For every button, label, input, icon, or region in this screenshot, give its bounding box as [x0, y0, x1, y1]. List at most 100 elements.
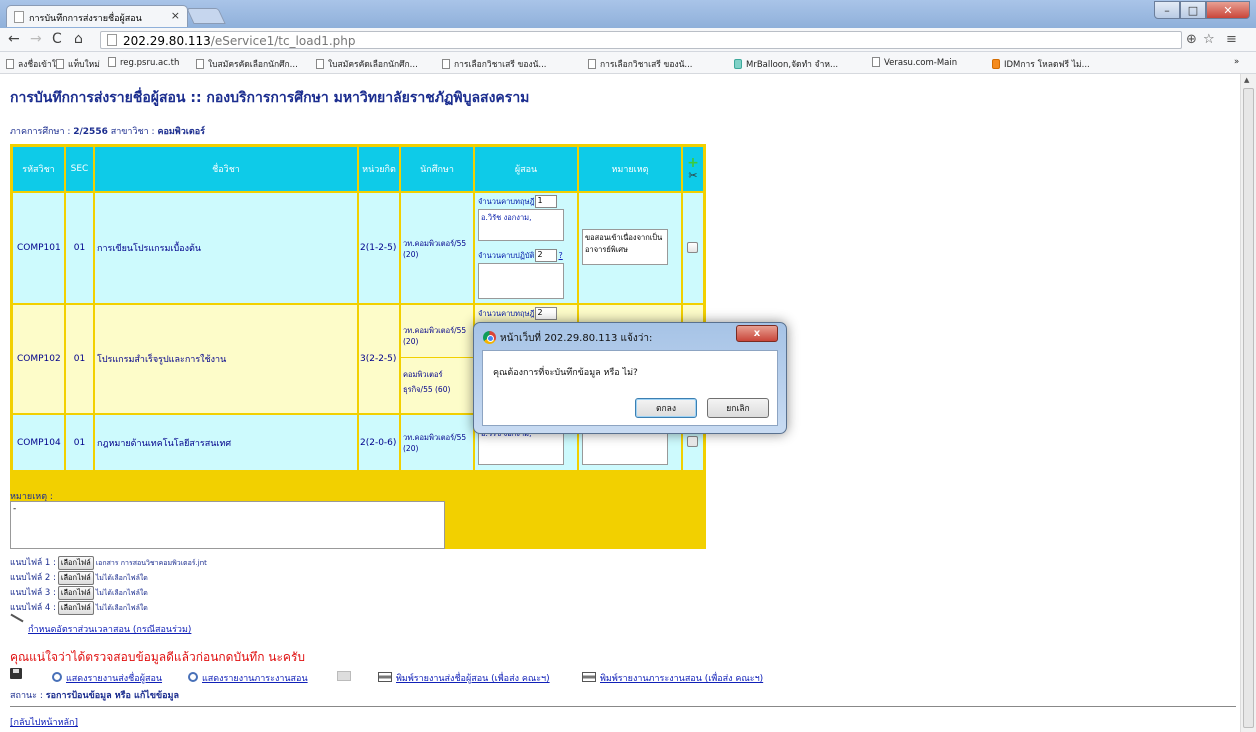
teacher-practice-textarea[interactable]: [478, 263, 564, 299]
back-to-main-link[interactable]: [กลับไปหน้าหลัก]: [10, 715, 78, 729]
page-icon: [6, 59, 14, 69]
print-teacher-report-link[interactable]: พิมพ์รายงานส่งชื่อผู้สอน (เพื่อส่ง คณะฯ): [396, 674, 550, 684]
row2-code: COMP102: [12, 304, 65, 414]
save-icon[interactable]: [10, 668, 22, 679]
row1-sec: 01: [65, 192, 94, 304]
tab-close-icon[interactable]: ×: [171, 9, 180, 22]
row3-credit: 2(2-0-6): [358, 414, 400, 471]
row2-credit: 3(2-2-5): [358, 304, 400, 414]
page-icon: [442, 59, 450, 69]
add-row-icon[interactable]: +: [687, 156, 699, 170]
minimize-button[interactable]: –: [1154, 1, 1180, 19]
row2-name: โปรแกรมสำเร็จรูปและการใช้งาน: [94, 304, 358, 414]
tab-title: การบันทึกการส่งรายชื่อผู้สอน: [29, 14, 142, 24]
zoom-icon[interactable]: ⊕: [1186, 32, 1197, 47]
page-icon: [196, 59, 204, 69]
row2-students-cell: วท.คอมพิวเตอร์/55 (20) คอมพิวเตอร์ ธุรกิ…: [400, 304, 475, 414]
ok-button[interactable]: ตกลง: [635, 398, 697, 418]
practice-hours-input[interactable]: 2: [534, 249, 557, 262]
bookmark-item[interactable]: การเลือกวิชาเสรี ของนั...: [588, 57, 693, 71]
reload-icon[interactable]: C: [52, 31, 62, 47]
magnifier-icon: [188, 672, 198, 682]
show-teacher-report-link[interactable]: แสดงรายงานส่งชื่อผู้สอน: [66, 674, 162, 684]
theory-label: จำนวนคาบทฤษฎี: [478, 309, 535, 318]
menu-icon[interactable]: ≡: [1226, 32, 1237, 47]
browser-titlebar: การบันทึกการส่งรายชื่อผู้สอน × – □ ✕: [0, 0, 1256, 28]
page-icon: [588, 59, 596, 69]
remarks-textarea[interactable]: -: [10, 501, 445, 549]
teaching-ratio-link[interactable]: กำหนดอัตราส่วนเวลาสอน (กรณีสอนร่วม): [28, 622, 191, 636]
blogger-icon: [992, 59, 1000, 69]
bookmark-item[interactable]: แท็บใหม่: [56, 57, 100, 71]
page-icon: [14, 11, 24, 23]
bookmarks-bar: ลงชื่อเข้าใช้ แท็บใหม่ reg.psru.ac.th ใบ…: [0, 52, 1256, 74]
col-header-code: รหัสวิชา: [12, 146, 65, 192]
scrollbar-thumb[interactable]: [1243, 88, 1254, 728]
bookmark-item[interactable]: reg.psru.ac.th: [108, 57, 179, 68]
col-header-students: นักศึกษา: [400, 146, 474, 192]
star-icon[interactable]: ☆: [1203, 32, 1215, 47]
show-load-report-link[interactable]: แสดงรายงานภาระงานสอน: [202, 674, 308, 684]
browser-tab[interactable]: การบันทึกการส่งรายชื่อผู้สอน ×: [6, 5, 188, 27]
theory-hours-input[interactable]: 2: [534, 307, 557, 320]
row1-credit: 2(1-2-5): [358, 192, 400, 304]
cancel-button[interactable]: ยกเลิก: [707, 398, 769, 418]
choose-file-button[interactable]: เลือกไฟล์: [57, 601, 94, 615]
maximize-button[interactable]: □: [1180, 1, 1206, 19]
bookmark-item[interactable]: ใบสมัครคัดเลือกนักศึก...: [316, 57, 418, 71]
chrome-icon: [483, 331, 496, 344]
attachment-row: แนบไฟล์ 3 : เลือกไฟล์ ไม่ได้เลือกไฟล์ใด: [10, 586, 148, 600]
back-arrow-icon[interactable]: ←: [8, 31, 20, 47]
page-icon: [872, 57, 880, 67]
row1-teacher-cell: จำนวนคาบทฤษฎี 1 อ.วิรัช งอกงาม, จำนวนคาบป…: [474, 192, 578, 304]
row-checkbox[interactable]: [687, 242, 698, 253]
save-warning: คุณแน่ใจว่าได้ตรวจสอบข้อมูลดีแล้วก่อนกดบ…: [10, 650, 306, 664]
col-header-name: ชื่อวิชา: [94, 146, 358, 192]
note-textarea[interactable]: ขอสอนเข้าเนื่องจากเป็นอาจารย์พิเศษ: [582, 229, 668, 265]
close-window-button[interactable]: ✕: [1206, 1, 1250, 19]
scroll-up-icon[interactable]: ▲: [1244, 76, 1249, 84]
printer-icon: [582, 672, 596, 682]
theory-hours-input[interactable]: 1: [534, 195, 557, 208]
col-header-credit: หน่วยกิต: [358, 146, 400, 192]
choose-file-button[interactable]: เลือกไฟล์: [57, 571, 94, 585]
bookmark-item[interactable]: IDMการ โหลดฟรี ไม่...: [992, 57, 1090, 71]
printer-icon: [378, 672, 392, 682]
status-line: สถานะ : รอการป้อนข้อมูล หรือ แก้ไขข้อมูล: [10, 691, 179, 701]
dialog-close-button[interactable]: x: [736, 325, 778, 342]
scissors-icon[interactable]: ✂: [688, 169, 697, 182]
url-host: 202.29.80.113: [123, 34, 211, 48]
page-icon: [56, 59, 64, 69]
new-tab-button[interactable]: [186, 8, 226, 24]
magnifier-icon: [52, 672, 62, 682]
bookmark-item[interactable]: ลงชื่อเข้าใช้: [6, 57, 62, 71]
bookmarks-overflow[interactable]: »: [1234, 57, 1239, 67]
dialog-message: คุณต้องการที่จะบันทึกข้อมูล หรือ ไม่?: [493, 368, 638, 378]
teacher-textarea[interactable]: อ.วิรัช งอกงาม,: [478, 209, 564, 241]
choose-file-button[interactable]: เลือกไฟล์: [57, 586, 94, 600]
choose-file-button[interactable]: เลือกไฟล์: [57, 556, 94, 570]
row1-note-cell: ขอสอนเข้าเนื่องจากเป็นอาจารย์พิเศษ: [578, 192, 682, 304]
attachment-row: แนบไฟล์ 1 : เลือกไฟล์ เอกสาร การสอนวิชาคอม…: [10, 556, 207, 570]
row3-code: COMP104: [12, 414, 65, 471]
forward-arrow-icon[interactable]: →: [30, 31, 42, 47]
page-icon: [316, 59, 324, 69]
address-bar[interactable]: 202.29.80.113/eService1/tc_load1.php: [100, 31, 1182, 49]
bookmark-item[interactable]: การเลือกวิชาเสรี ของนั...: [442, 57, 547, 71]
confirm-dialog: หน้าเว็บที่ 202.29.80.113 แจ้งว่า: x คุณ…: [473, 322, 787, 434]
scrollbar[interactable]: ▲: [1240, 74, 1256, 732]
row3-students: วท.คอมพิวเตอร์/55 (20): [400, 414, 474, 471]
print-load-report-link[interactable]: พิมพ์รายงานภาระงานสอน (เพื่อส่ง คณะฯ): [600, 674, 763, 684]
row-checkbox[interactable]: [687, 436, 698, 447]
attachment-row: แนบไฟล์ 4 : เลือกไฟล์ ไม่ได้เลือกไฟล์ใด: [10, 601, 148, 615]
help-link[interactable]: ?: [559, 251, 563, 260]
practice-label: จำนวนคาบปฏิบัติ: [478, 251, 535, 260]
bookmark-item[interactable]: ใบสมัครคัดเลือกนักศึก...: [196, 57, 298, 71]
row1-name: การเขียนโปรแกรมเบื้องต้น: [94, 192, 358, 304]
bookmark-item[interactable]: Verasu.com-Main: [872, 57, 957, 68]
url-path: /eService1/tc_load1.php: [210, 34, 356, 48]
home-icon[interactable]: ⌂: [74, 31, 83, 47]
row1-code: COMP101: [12, 192, 65, 304]
bookmark-item[interactable]: MrBalloon,จัดทำ จำห...: [734, 57, 838, 71]
divider: [10, 706, 1236, 707]
